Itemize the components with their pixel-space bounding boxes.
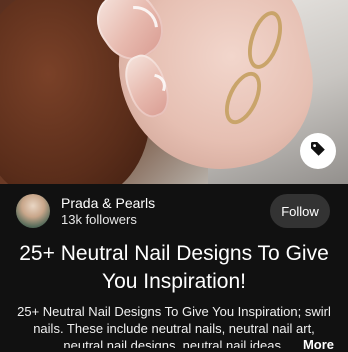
follow-button[interactable]: Follow — [270, 194, 330, 228]
creator-row: Prada & Pearls 13k followers Follow — [0, 184, 348, 238]
more-link[interactable]: More — [288, 337, 334, 352]
tag-button[interactable] — [300, 133, 336, 169]
pin-title: 25+ Neutral Nail Designs To Give You Ins… — [19, 242, 329, 293]
follower-count: 13k followers — [61, 212, 137, 227]
pin-image[interactable] — [0, 0, 348, 184]
tag-icon — [310, 141, 326, 162]
avatar[interactable] — [16, 194, 50, 228]
pin-description: 25+ Neutral Nail Designs To Give You Ins… — [17, 304, 331, 348]
creator-name[interactable]: Prada & Pearls — [61, 195, 155, 211]
